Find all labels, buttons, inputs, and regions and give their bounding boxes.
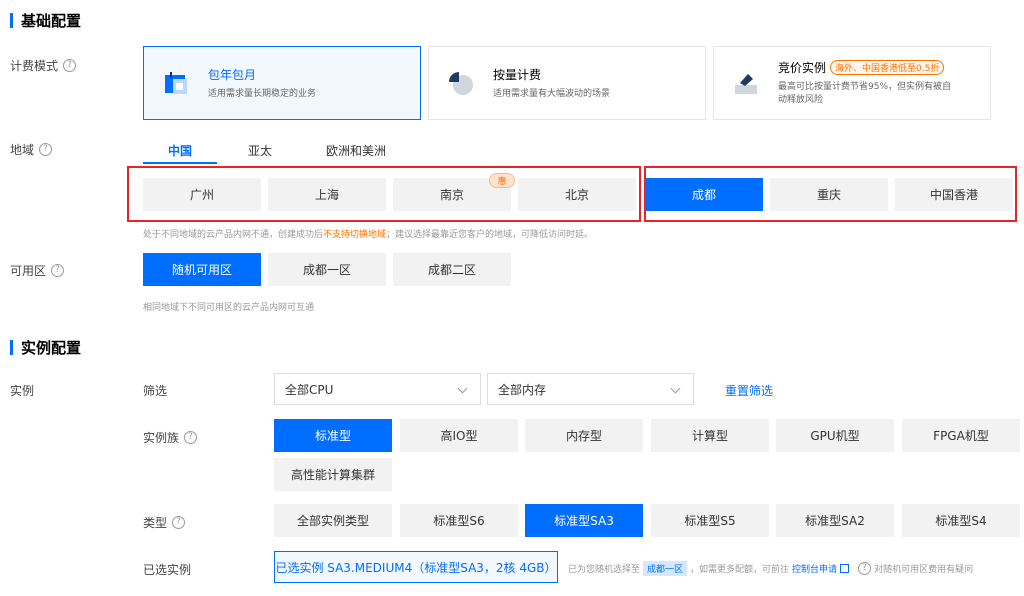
zone-option-chengdu-1[interactable]: 成都一区 (268, 253, 386, 286)
section-marker (10, 13, 13, 28)
filter-label: 筛选 (143, 384, 168, 398)
instance-label: 实例 (10, 384, 35, 398)
type-option-s6[interactable]: 标准型S6 (400, 504, 518, 537)
zone-option-chengdu-2[interactable]: 成都二区 (393, 253, 511, 286)
card-desc: 适用需求量有大幅波动的场景 (493, 88, 611, 99)
instance-config-title: 实例配置 (10, 337, 81, 358)
chosen-instance-label: 已选实例 (143, 563, 192, 577)
card-desc: 动释放风险 (778, 95, 824, 105)
highlight-box-right (644, 166, 1017, 222)
help-icon[interactable]: ? (184, 431, 198, 444)
type-option-sa2[interactable]: 标准型SA2 (776, 504, 894, 537)
basic-config-title: 基础配置 (10, 10, 81, 31)
zone-selection-note: 已为您随机选择至 成都一区 ，如需更多配额，可前往 控制台申请 ? 对随机可用区… (568, 561, 974, 576)
help-icon[interactable]: ? (858, 562, 872, 575)
billing-card-postpaid[interactable]: 按量计费 适用需求量有大幅波动的场景 (428, 46, 706, 120)
card-title: 按量计费 (493, 67, 542, 82)
chosen-instance-value[interactable]: 已选实例 SA3.MEDIUM4（标准型SA3，2核 4GB） (274, 551, 558, 583)
tab-europe-america[interactable]: 欧洲和美洲 (326, 142, 386, 159)
memory-select[interactable]: 全部内存 (487, 373, 694, 405)
cpu-select[interactable]: 全部CPU (274, 373, 481, 405)
chevron-down-icon (670, 383, 681, 394)
zone-option-random[interactable]: 随机可用区 (143, 253, 261, 286)
card-desc: 适用需求量长期稳定的业务 (208, 88, 317, 99)
zone-hint: 相同地域下不同可用区的云产品内网可互通 (143, 303, 315, 313)
help-icon[interactable]: ? (63, 59, 77, 72)
reset-filter-link[interactable]: 重置筛选 (725, 382, 773, 399)
region-label: 地域 ? (10, 141, 53, 158)
type-option-s4[interactable]: 标准型S4 (902, 504, 1020, 537)
console-apply-link[interactable]: 控制台申请 (792, 562, 837, 575)
billing-card-spot[interactable]: 竞价实例 海外、中国香港低至0.5折 最高可比按量计费节省95%，但实例有被自 … (713, 46, 991, 120)
family-option-memory[interactable]: 内存型 (525, 419, 643, 452)
card-title: 竞价实例 海外、中国香港低至0.5折 (778, 59, 951, 76)
family-label: 实例族 ? (143, 429, 198, 446)
family-option-gpu[interactable]: GPU机型 (776, 419, 894, 452)
active-tab-indicator (143, 162, 217, 164)
family-option-hpc-cluster[interactable]: 高性能计算集群 (274, 458, 392, 491)
help-icon[interactable]: ? (39, 143, 53, 156)
highlight-box-left (127, 166, 641, 222)
billing-card-prepaid[interactable]: 包年包月 适用需求量长期稳定的业务 (143, 46, 421, 120)
calendar-icon (162, 69, 190, 97)
selected-zone-tag: 成都一区 (643, 561, 688, 576)
family-option-standard[interactable]: 标准型 (274, 419, 392, 452)
type-option-sa3[interactable]: 标准型SA3 (525, 504, 643, 537)
promo-badge: 海外、中国香港低至0.5折 (830, 60, 945, 75)
tab-asia-pacific[interactable]: 亚太 (248, 142, 272, 159)
card-desc: 最高可比按量计费节省95%，但实例有被自 (778, 82, 952, 92)
card-title: 包年包月 (208, 67, 257, 82)
family-option-high-io[interactable]: 高IO型 (400, 419, 518, 452)
chevron-down-icon (457, 383, 468, 394)
external-link-icon[interactable] (840, 564, 850, 573)
type-option-all[interactable]: 全部实例类型 (274, 504, 392, 537)
billing-label: 计费模式 ? (10, 57, 77, 74)
zone-label: 可用区 ? (10, 262, 65, 279)
family-option-compute[interactable]: 计算型 (651, 419, 769, 452)
pie-chart-icon (447, 69, 475, 97)
tab-china[interactable]: 中国 (168, 142, 192, 159)
type-option-s5[interactable]: 标准型S5 (651, 504, 769, 537)
region-hint: 处于不同地域的云产品内网不通，创建成功后不支持切换地域；建议选择最靠近您客户的地… (143, 230, 594, 240)
family-option-fpga[interactable]: FPGA机型 (902, 419, 1020, 452)
section-marker (10, 340, 13, 355)
help-icon[interactable]: ? (51, 264, 65, 277)
type-label: 类型 ? (143, 514, 186, 531)
help-icon[interactable]: ? (172, 516, 186, 529)
auction-hammer-icon (732, 69, 760, 97)
